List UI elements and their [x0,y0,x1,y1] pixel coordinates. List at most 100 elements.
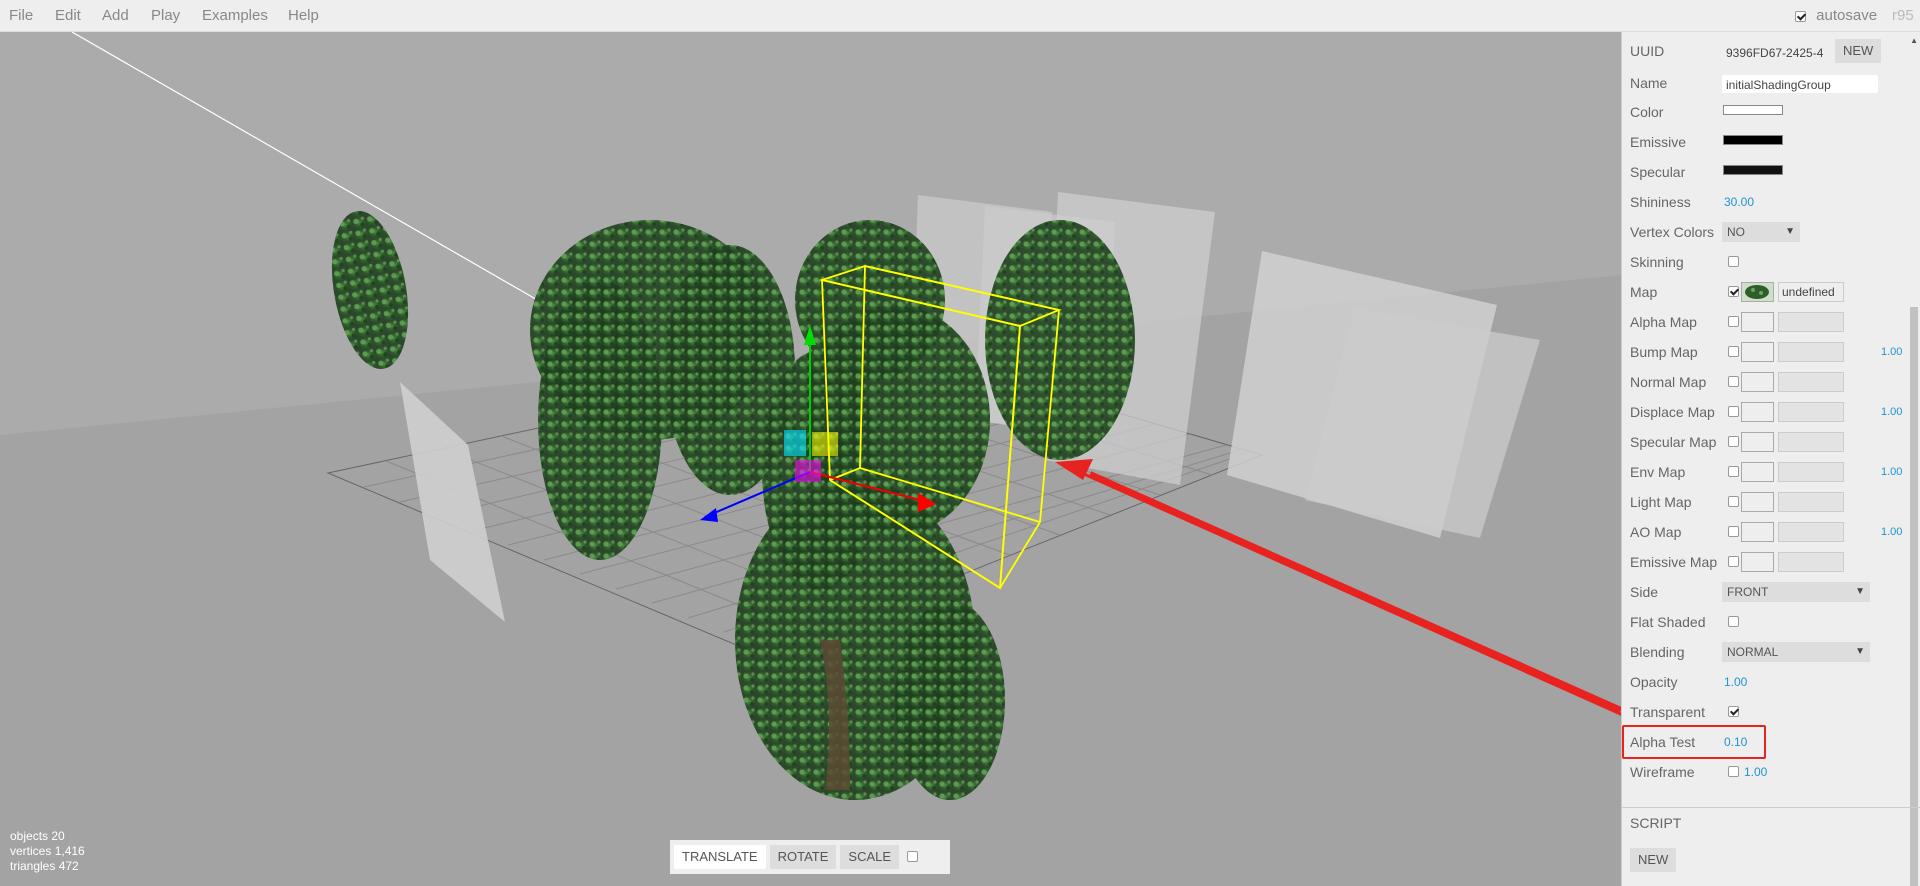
autosave-toggle[interactable]: autosave [1795,0,1877,31]
chevron-down-icon: ▼ [1855,586,1865,597]
row-specular: Specular [1622,157,1912,187]
vertex-colors-select[interactable]: NO ▼ [1722,222,1800,242]
menu-file[interactable]: File [9,0,33,31]
menu-add[interactable]: Add [102,0,129,31]
menu-examples[interactable]: Examples [202,0,268,31]
chevron-down-icon: ▼ [1855,646,1865,657]
autosave-label: autosave [1816,7,1878,24]
row-emissive-map: Emissive Map [1622,547,1912,577]
alpha-map-checkbox[interactable] [1728,316,1739,327]
shininess-label: Shininess [1630,194,1691,210]
menu-help[interactable]: Help [288,0,319,31]
displace-map-checkbox[interactable] [1728,406,1739,417]
specular-map-name [1778,432,1844,452]
wireframe-linewidth-value[interactable]: 1.00 [1744,757,1767,787]
ao-map-thumbnail[interactable] [1741,522,1774,542]
flat-shaded-label: Flat Shaded [1630,614,1706,630]
gizmo-xz-plane[interactable] [795,460,821,482]
transform-toolbar: TRANSLATE ROTATE SCALE [670,840,950,874]
viewport-3d[interactable]: objects 20 vertices 1,416 triangles 472 … [0,32,1621,886]
env-reflectivity-value[interactable]: 1.00 [1881,457,1902,487]
displace-scale-value[interactable]: 1.00 [1881,397,1902,427]
vertices-count: 1,416 [54,844,85,858]
displace-map-thumbnail[interactable] [1741,402,1774,422]
map-name: undefined [1778,282,1844,302]
flat-shaded-checkbox[interactable] [1728,616,1739,627]
scale-button[interactable]: SCALE [840,845,900,869]
sidebar-divider [1622,807,1920,808]
leaf-texture-icon [1742,283,1773,301]
displace-map-name [1778,402,1844,422]
emissive-swatch[interactable] [1723,135,1783,145]
blending-select[interactable]: NORMAL ▼ [1722,642,1870,662]
emissive-map-thumbnail[interactable] [1741,552,1774,572]
menu-edit[interactable]: Edit [55,0,81,31]
bump-scale-value[interactable]: 1.00 [1881,337,1902,367]
row-map: Map undefined [1622,277,1912,307]
bump-map-checkbox[interactable] [1728,346,1739,357]
row-blending: Blending NORMAL ▼ [1622,637,1912,667]
rotate-button[interactable]: ROTATE [769,845,837,869]
chevron-down-icon: ▼ [1785,226,1795,237]
shininess-value[interactable]: 30.00 [1724,187,1754,217]
row-bump-map: Bump Map 1.00 [1622,337,1912,367]
specular-swatch[interactable] [1723,165,1783,175]
name-input[interactable]: initialShadingGroup [1722,75,1878,93]
scene-info: objects 20 vertices 1,416 triangles 472 [10,829,85,874]
row-specular-map: Specular Map [1622,427,1912,457]
ao-map-name [1778,522,1844,542]
map-label: Map [1630,284,1658,300]
uuid-new-button[interactable]: NEW [1835,39,1882,63]
vertices-label: vertices [10,844,52,858]
row-skinning: Skinning [1622,247,1912,277]
gizmo-xy-plane[interactable] [812,432,838,456]
specular-map-checkbox[interactable] [1728,436,1739,447]
opacity-label: Opacity [1630,674,1678,690]
normal-map-thumbnail[interactable] [1741,372,1774,392]
skinning-label: Skinning [1630,254,1684,270]
side-label: Side [1630,584,1659,600]
light-map-checkbox[interactable] [1728,496,1739,507]
env-map-checkbox[interactable] [1728,466,1739,477]
translate-button[interactable]: TRANSLATE [674,845,766,869]
triangles-count: 472 [58,859,79,873]
emissive-label: Emissive [1630,134,1687,150]
menu-play[interactable]: Play [151,0,180,31]
version-label: r95 [1892,7,1914,24]
uuid-label: UUID [1630,43,1665,59]
emissive-map-checkbox[interactable] [1728,556,1739,567]
side-select[interactable]: FRONT ▼ [1722,582,1870,602]
autosave-checkbox[interactable] [1795,10,1806,22]
env-map-thumbnail[interactable] [1741,462,1774,482]
blending-value: NORMAL [1727,645,1779,659]
row-normal-map: Normal Map [1622,367,1912,397]
wireframe-checkbox[interactable] [1728,766,1739,777]
scene-render[interactable] [0,32,1621,886]
opacity-value[interactable]: 1.00 [1724,667,1747,697]
normal-map-name [1778,372,1844,392]
script-section-title: SCRIPT [1630,815,1682,831]
alpha-map-thumbnail[interactable] [1741,312,1774,332]
specular-map-thumbnail[interactable] [1741,432,1774,452]
local-checkbox[interactable] [907,851,919,863]
color-swatch[interactable] [1723,105,1783,115]
ao-map-label: AO Map [1630,524,1682,540]
gizmo-yz-plane[interactable] [784,430,806,456]
normal-map-checkbox[interactable] [1728,376,1739,387]
displace-map-label: Displace Map [1630,404,1715,420]
row-env-map: Env Map 1.00 [1622,457,1912,487]
script-new-button[interactable]: NEW [1630,848,1677,872]
map-checkbox[interactable] [1728,286,1739,297]
skinning-checkbox[interactable] [1728,256,1739,267]
ao-intensity-value[interactable]: 1.00 [1881,517,1902,547]
light-map-thumbnail[interactable] [1741,492,1774,512]
side-value: FRONT [1727,585,1769,599]
ao-map-checkbox[interactable] [1728,526,1739,537]
map-thumbnail[interactable] [1741,282,1774,302]
transparent-checkbox[interactable] [1728,706,1739,717]
specular-map-label: Specular Map [1630,434,1717,450]
row-color: Color [1622,97,1912,127]
row-side: Side FRONT ▼ [1622,577,1912,607]
bump-map-thumbnail[interactable] [1741,342,1774,362]
row-vertex-colors: Vertex Colors NO ▼ [1622,217,1912,247]
